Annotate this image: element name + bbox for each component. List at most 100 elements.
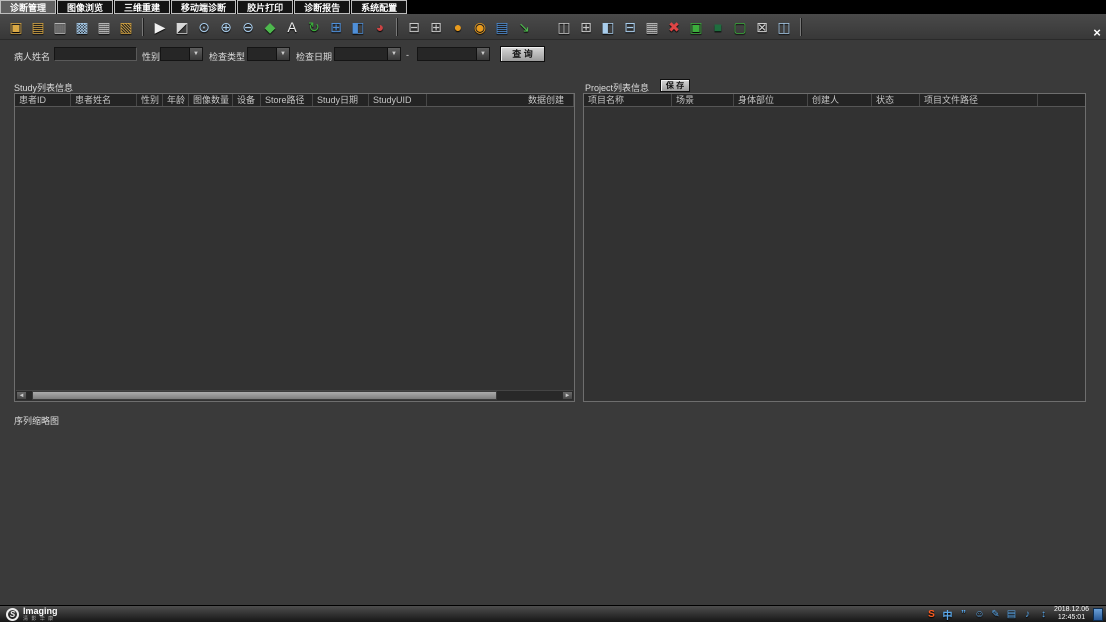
usb-device-icon[interactable]: ↕ bbox=[1037, 609, 1050, 620]
chevron-down-icon[interactable]: ▼ bbox=[276, 48, 289, 60]
column-header[interactable]: 性别 bbox=[137, 94, 163, 106]
save-data-icon[interactable]: ▥ bbox=[50, 17, 70, 37]
compare-layout-icon[interactable]: ◫ bbox=[554, 17, 574, 37]
status-bar: S Imaging 清 影 华 康 S中”☺✎▤♪↕ 2018.12.06 12… bbox=[0, 605, 1106, 622]
toolbar-separator bbox=[800, 18, 802, 36]
color-map-icon[interactable]: ◕ bbox=[370, 17, 390, 37]
column-header[interactable]: 状态 bbox=[872, 94, 920, 106]
close-icon[interactable]: × bbox=[1090, 25, 1104, 40]
date-text: 2018.12.06 bbox=[1054, 606, 1089, 614]
patient-name-input[interactable] bbox=[54, 47, 137, 61]
invert-icon[interactable]: ◩ bbox=[172, 17, 192, 37]
logo-subtext: 清 影 华 康 bbox=[23, 616, 58, 622]
menu-tab-3[interactable]: 三维重建 bbox=[114, 0, 170, 14]
chevron-down-icon[interactable]: ▼ bbox=[476, 48, 489, 60]
column-header[interactable]: Store路径 bbox=[261, 94, 313, 106]
column-header[interactable]: 项目文件路径 bbox=[920, 94, 1038, 106]
chevron-down-icon[interactable]: ▼ bbox=[189, 48, 202, 60]
show-desktop-icon[interactable] bbox=[1093, 608, 1103, 621]
chevron-down-icon[interactable]: ▼ bbox=[387, 48, 400, 60]
vertical-split-icon[interactable]: ◧ bbox=[598, 17, 618, 37]
date-from-value bbox=[335, 48, 387, 60]
dose-alt-icon[interactable]: ◉ bbox=[470, 17, 490, 37]
exam-type-select[interactable]: ▼ bbox=[247, 47, 290, 61]
punctuation-icon[interactable]: ” bbox=[957, 609, 970, 620]
film-import-icon[interactable]: ▧ bbox=[116, 17, 136, 37]
menu-tab-5[interactable]: 胶片打印 bbox=[237, 0, 293, 14]
column-header[interactable]: 患者ID bbox=[15, 94, 71, 106]
exam-type-label: 检查类型 bbox=[209, 50, 245, 63]
menu-bar: 诊断管理图像浏览三维重建移动端诊断胶片打印诊断报告系统配置 bbox=[0, 0, 1106, 14]
column-header[interactable]: 场景 bbox=[672, 94, 734, 106]
gender-label: 性别 bbox=[142, 50, 160, 63]
study-horizontal-scrollbar[interactable]: ◄ ► bbox=[16, 390, 573, 400]
column-header[interactable]: StudyUID bbox=[369, 94, 427, 106]
logo-badge-icon: S bbox=[6, 608, 19, 621]
menu-tab-4[interactable]: 移动端诊断 bbox=[171, 0, 236, 14]
date-from-select[interactable]: ▼ bbox=[334, 47, 401, 61]
window-level-icon[interactable]: ⊞ bbox=[326, 17, 346, 37]
date-range-separator: - bbox=[406, 50, 409, 60]
handwriting-icon[interactable]: ✎ bbox=[989, 609, 1002, 620]
image-browse-icon[interactable]: ▩ bbox=[72, 17, 92, 37]
input-language-icon[interactable]: 中 bbox=[941, 607, 954, 622]
screen-off-icon[interactable]: ■ bbox=[708, 17, 728, 37]
save-button[interactable]: 保 存 bbox=[660, 79, 690, 92]
project-table-body[interactable] bbox=[584, 107, 1085, 389]
zoom-icon[interactable]: ⊙ bbox=[194, 17, 214, 37]
pointer-icon[interactable]: ▶ bbox=[150, 17, 170, 37]
menu-tab-7[interactable]: 系统配置 bbox=[351, 0, 407, 14]
scroll-left-icon[interactable]: ◄ bbox=[16, 391, 27, 400]
open-folder-icon[interactable]: ▤ bbox=[28, 17, 48, 37]
scrollbar-track[interactable] bbox=[27, 391, 562, 400]
export-image-icon[interactable]: ↘ bbox=[514, 17, 534, 37]
column-header[interactable]: 创建人 bbox=[808, 94, 872, 106]
query-button[interactable]: 查 询 bbox=[500, 46, 545, 62]
horizontal-split-icon[interactable]: ⊟ bbox=[620, 17, 640, 37]
dose-icon[interactable]: ● bbox=[448, 17, 468, 37]
dual-monitor-icon[interactable]: ◫ bbox=[774, 17, 794, 37]
scroll-right-icon[interactable]: ► bbox=[562, 391, 573, 400]
annotation-icon[interactable]: A bbox=[282, 17, 302, 37]
date-to-select[interactable]: ▼ bbox=[417, 47, 490, 61]
report-note-icon[interactable]: ▤ bbox=[492, 17, 512, 37]
screen-capture-icon[interactable]: ▢ bbox=[730, 17, 750, 37]
column-header[interactable]: 患者姓名 bbox=[71, 94, 137, 106]
menu-tab-2[interactable]: 图像浏览 bbox=[57, 0, 113, 14]
column-header[interactable]: 年龄 bbox=[163, 94, 189, 106]
refresh-icon[interactable]: ↻ bbox=[304, 17, 324, 37]
pan-icon[interactable]: ◆ bbox=[260, 17, 280, 37]
sogou-input-icon[interactable]: S bbox=[925, 609, 938, 620]
film-layout-icon[interactable]: ⊟ bbox=[404, 17, 424, 37]
scrollbar-thumb[interactable] bbox=[32, 391, 497, 400]
column-header[interactable]: 项目名称 bbox=[584, 94, 672, 106]
thumbnail-area bbox=[14, 426, 1086, 598]
exam-type-select-value bbox=[248, 48, 276, 60]
multi-grid-icon[interactable]: ▦ bbox=[642, 17, 662, 37]
column-header[interactable]: 图像数量 bbox=[189, 94, 233, 106]
film-export-icon[interactable]: ⊠ bbox=[752, 17, 772, 37]
system-tray: S中”☺✎▤♪↕ bbox=[925, 607, 1050, 622]
quad-layout-icon[interactable]: ⊞ bbox=[576, 17, 596, 37]
column-header[interactable]: 身体部位 bbox=[734, 94, 808, 106]
column-header[interactable]: Study日期 bbox=[313, 94, 369, 106]
screen-on-icon[interactable]: ▣ bbox=[686, 17, 706, 37]
volume-icon[interactable]: ♪ bbox=[1021, 609, 1034, 620]
study-table-body[interactable] bbox=[15, 107, 574, 389]
menu-tab-6[interactable]: 诊断报告 bbox=[294, 0, 350, 14]
zoom-out-icon[interactable]: ⊖ bbox=[238, 17, 258, 37]
column-header[interactable]: 设备 bbox=[233, 94, 261, 106]
menu-tab-1[interactable]: 诊断管理 bbox=[0, 0, 56, 14]
column-header[interactable]: 数据创建 bbox=[524, 94, 574, 106]
patient-name-label: 病人姓名 bbox=[14, 50, 50, 63]
split-view-icon[interactable]: ◧ bbox=[348, 17, 368, 37]
film-layout-alt-icon[interactable]: ⊞ bbox=[426, 17, 446, 37]
gender-select[interactable]: ▼ bbox=[160, 47, 203, 61]
delete-icon[interactable]: ✖ bbox=[664, 17, 684, 37]
column-spacer bbox=[1038, 94, 1085, 106]
open-study-icon[interactable]: ▣ bbox=[6, 17, 26, 37]
soft-keyboard-icon[interactable]: ▤ bbox=[1005, 609, 1018, 620]
zoom-in-icon[interactable]: ⊕ bbox=[216, 17, 236, 37]
emoji-picker-icon[interactable]: ☺ bbox=[973, 609, 986, 620]
film-view-icon[interactable]: ▦ bbox=[94, 17, 114, 37]
